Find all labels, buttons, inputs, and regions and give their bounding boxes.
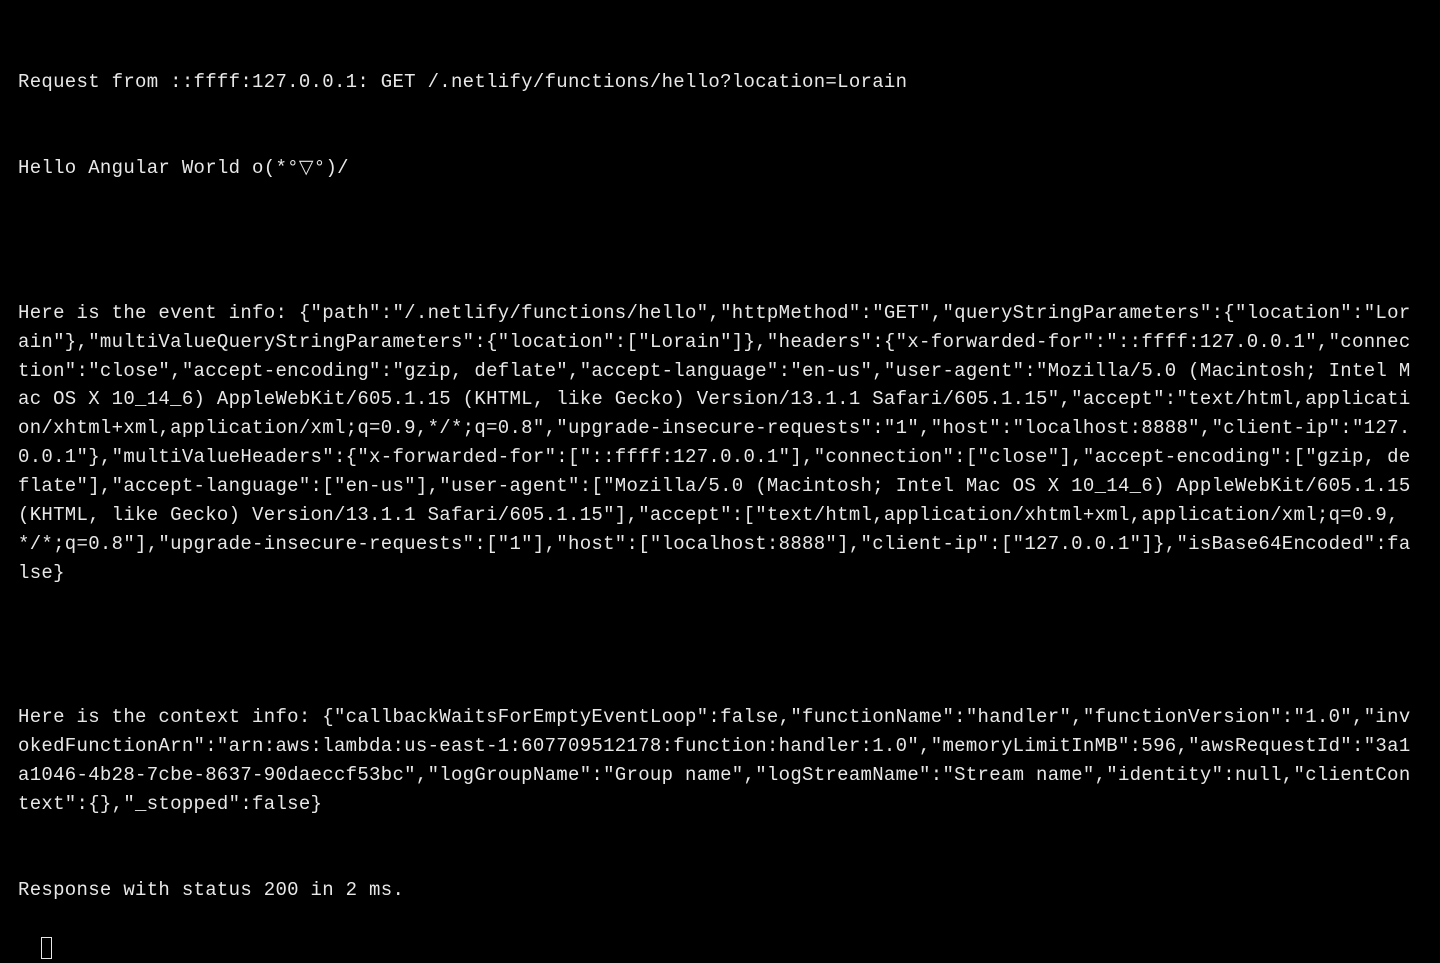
- response-status-line: Response with status 200 in 2 ms.: [18, 876, 1422, 905]
- terminal-output[interactable]: Request from ::ffff:127.0.0.1: GET /.net…: [18, 10, 1422, 963]
- hello-line: Hello Angular World o(*°▽°)/: [18, 154, 1422, 183]
- context-info-block: Here is the context info: {"callbackWait…: [18, 703, 1422, 819]
- request-line: Request from ::ffff:127.0.0.1: GET /.net…: [18, 68, 1422, 97]
- terminal-cursor[interactable]: [41, 937, 52, 959]
- event-info-block: Here is the event info: {"path":"/.netli…: [18, 299, 1422, 588]
